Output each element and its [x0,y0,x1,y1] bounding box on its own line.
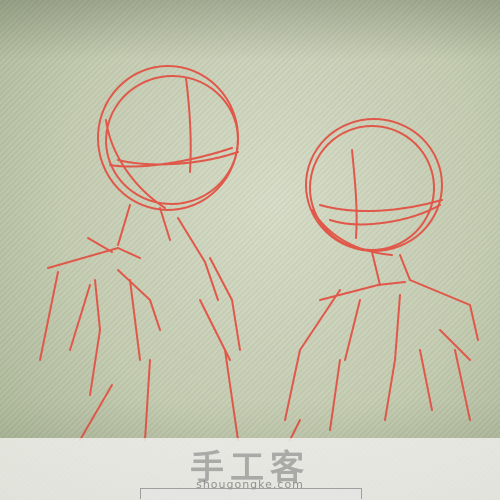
left-body-lines [39,204,241,441]
left-head-circle [97,65,239,211]
bottom-bar [140,488,362,499]
figure-sketch [39,65,479,441]
right-body-lines [284,251,479,441]
right-head-circle [305,118,443,256]
